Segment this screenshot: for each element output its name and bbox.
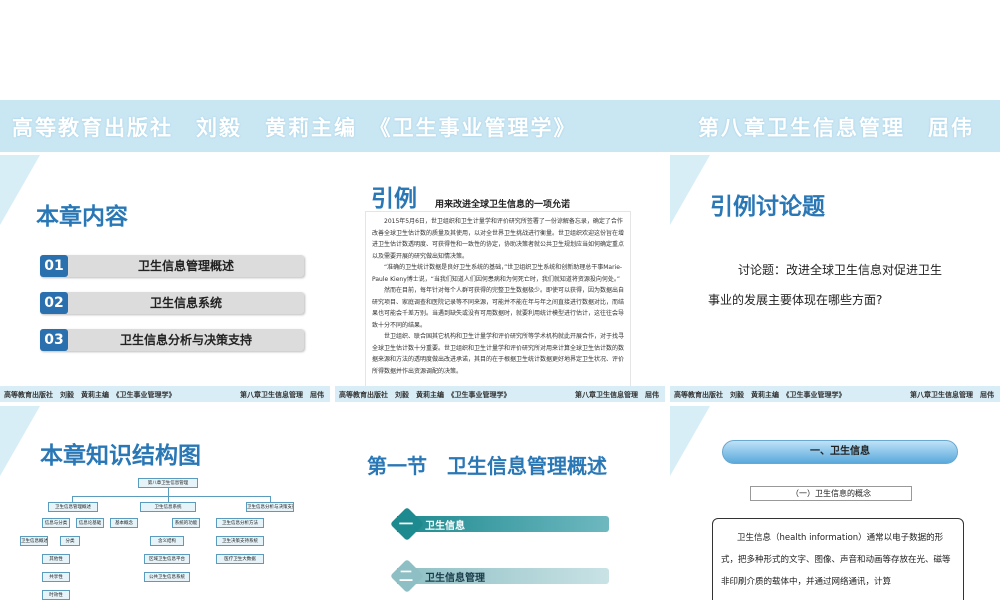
tree-leaf-node: 系统的功能 — [172, 518, 200, 528]
section-item-1[interactable]: 一 卫生信息 — [390, 507, 609, 541]
slide-title: 本章知识结构图 — [40, 443, 201, 469]
slide-thumbnail-4[interactable]: 本章知识结构图 第八章卫生信息管理 卫生信息管理概述 卫生信息系统 卫生信息分析… — [0, 406, 330, 600]
tree-leaf-node: 区域卫生信息平台 — [144, 554, 190, 564]
slide-footer: 高等教育出版社 刘毅 黄莉主编 《卫生事业管理学》 第八章卫生信息管理 屈伟 — [335, 386, 665, 402]
tree-leaf-node: 医疗卫生大数据 — [216, 554, 264, 564]
item-label: 卫生信息管理 — [425, 573, 485, 584]
tree-leaf-node: 分类 — [60, 536, 80, 546]
footer-left-text: 高等教育出版社 刘毅 黄莉主编 《卫生事业管理学》 — [339, 391, 511, 399]
tree-leaf-node: 含义结构 — [150, 536, 184, 546]
corner-decoration — [0, 406, 40, 476]
corner-decoration — [670, 155, 710, 225]
toc-number: 02 — [40, 292, 68, 314]
article-paragraph: 世卫组织、联合国其它机构和卫生计量学和评价研究所等学术机构就此开展合作，对于找寻… — [372, 333, 625, 375]
corner-decoration — [0, 155, 40, 225]
tree-connector — [72, 496, 270, 497]
toc-number: 01 — [40, 255, 68, 277]
subheading-box: （一）卫生信息的概念 — [750, 486, 912, 501]
tree-leaf-node: 基本概念 — [110, 518, 138, 528]
article-title: 用来改进全球卫生信息的一项允诺 — [435, 200, 571, 210]
toc-label: 卫生信息分析与决策支持 — [119, 333, 252, 347]
slide-thumbnail-6[interactable]: 一、卫生信息 （一）卫生信息的概念 卫生信息（health informatio… — [670, 406, 1000, 600]
concept-text-box: 卫生信息（health information）通常以电子数据的形式，把多种形式… — [712, 518, 964, 600]
slide-title: 本章内容 — [36, 204, 128, 230]
tree-branch-node: 卫生信息分析与决策支持 — [246, 502, 294, 512]
tree-leaf-node: 其他性 — [42, 554, 70, 564]
tree-branch-node: 卫生信息系统 — [140, 502, 196, 512]
slide-title: 引例讨论题 — [710, 194, 825, 220]
tree-leaf-node: 信息论基础 — [76, 518, 104, 528]
slide-footer: 高等教育出版社 刘毅 黄莉主编 《卫生事业管理学》 第八章卫生信息管理 屈伟 — [0, 386, 330, 402]
footer-right-text: 第八章卫生信息管理 屈伟 — [240, 391, 324, 399]
footer-left-text: 高等教育出版社 刘毅 黄莉主编 《卫生事业管理学》 — [4, 391, 176, 399]
corner-decoration — [670, 406, 710, 476]
article-paragraph: 然而在目前，每年针对每个人群可获得的完整卫生数据极少。即使可以获得，因为数据出自… — [372, 287, 625, 329]
discussion-line-2: 事业的发展主要体现在哪些方面? — [708, 293, 883, 307]
toc-item-1[interactable]: 01 卫生信息管理概述 — [40, 255, 304, 277]
toc-item-2[interactable]: 02 卫生信息系统 — [40, 292, 304, 314]
tree-leaf-node: 卫生信息分析方法 — [216, 518, 264, 528]
slide-thumbnail-2[interactable]: 引例 用来改进全球卫生信息的一项允诺 2015年5月6日，世卫组织和卫生计量学和… — [335, 155, 665, 402]
footer-left-text: 高等教育出版社 刘毅 黄莉主编 《卫生事业管理学》 — [674, 391, 846, 399]
toc-number: 03 — [40, 329, 68, 351]
header-banner: 高等教育出版社 刘毅 黄莉主编 《卫生事业管理学》 第八章卫生信息管理 屈伟 — [0, 100, 1000, 152]
section-title: 第一节 卫生信息管理概述 — [367, 454, 607, 478]
item-glyph: 二 — [399, 569, 413, 585]
tree-branch-node: 卫生信息管理概述 — [48, 502, 98, 512]
item-glyph: 一 — [399, 517, 413, 533]
banner-publisher-text: 高等教育出版社 刘毅 黄莉主编 《卫生事业管理学》 — [12, 115, 577, 140]
toc-label: 卫生信息管理概述 — [137, 259, 234, 273]
slide-title: 引例 — [371, 186, 417, 212]
footer-right-text: 第八章卫生信息管理 屈伟 — [575, 391, 659, 399]
article-body: 2015年5月6日，世卫组织和卫生计量学和评价研究所签署了一份谅解备忘录，确定了… — [365, 211, 631, 387]
tree-leaf-node: 卫生决策支持系统 — [216, 536, 264, 546]
article-paragraph: “准确的卫生统计数据是良好卫生系统的基础，”世卫组织卫生系统和创新助理总干事Ma… — [372, 264, 623, 283]
tree-leaf-node: 信息与分类 — [42, 518, 70, 528]
tree-leaf-node: 时效性 — [42, 590, 70, 600]
toc-item-3[interactable]: 03 卫生信息分析与决策支持 — [40, 329, 304, 351]
tree-leaf-node: 共享性 — [42, 572, 70, 582]
footer-right-text: 第八章卫生信息管理 屈伟 — [910, 391, 994, 399]
slide-thumbnail-1[interactable]: 本章内容 01 卫生信息管理概述 02 卫生信息系统 03 卫生信息分析与决策支… — [0, 155, 330, 402]
discussion-line-1: 讨论题：改进全球卫生信息对促进卫生 — [738, 263, 943, 277]
tree-root-node: 第八章卫生信息管理 — [138, 478, 198, 488]
tree-leaf-node: 卫生信息概述 — [20, 536, 48, 546]
discussion-question: 讨论题：改进全球卫生信息对促进卫生 事业的发展主要体现在哪些方面? — [708, 255, 968, 315]
slide-thumbnail-5[interactable]: 第一节 卫生信息管理概述 一 卫生信息 二 卫生信息管理 — [335, 406, 665, 600]
tree-leaf-node: 公共卫生信息系统 — [144, 572, 190, 582]
item-label: 卫生信息 — [425, 521, 465, 532]
section-item-2[interactable]: 二 卫生信息管理 — [390, 559, 609, 593]
heading-pill: 一、卫生信息 — [722, 440, 958, 464]
concept-text: 卫生信息（health information）通常以电子数据的形式，把多种形式… — [721, 533, 951, 587]
slide-footer: 高等教育出版社 刘毅 黄莉主编 《卫生事业管理学》 第八章卫生信息管理 屈伟 — [670, 386, 1000, 402]
banner-chapter-text: 第八章卫生信息管理 屈伟 — [698, 115, 974, 140]
tree-connector — [168, 488, 169, 496]
article-paragraph: 2015年5月6日，世卫组织和卫生计量学和评价研究所签署了一份谅解备忘录，确定了… — [372, 218, 625, 260]
toc-label: 卫生信息系统 — [149, 296, 222, 310]
slide-thumbnail-3[interactable]: 引例讨论题 讨论题：改进全球卫生信息对促进卫生 事业的发展主要体现在哪些方面? … — [670, 155, 1000, 402]
